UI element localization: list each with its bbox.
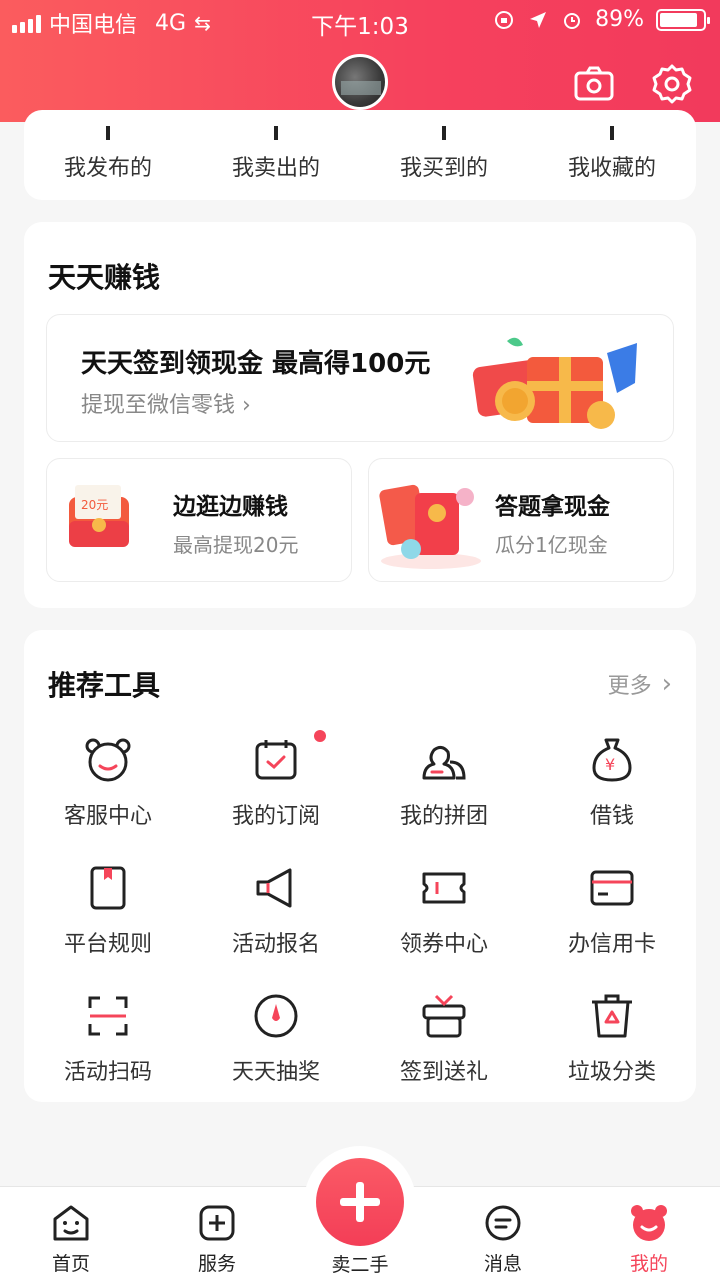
group-icon	[422, 745, 466, 780]
calendar-check-icon	[255, 740, 297, 780]
tab-mine[interactable]: 我的	[594, 1187, 704, 1280]
red-envelope-icon: 20元	[69, 485, 129, 547]
tool-my-subscriptions[interactable]: 我的订阅	[192, 730, 360, 846]
chevron-right-icon: ›	[661, 669, 672, 699]
rotation-lock-icon	[495, 10, 514, 29]
stat-bought[interactable]: 我买到的	[360, 126, 528, 182]
tool-check-in-gift[interactable]: 签到送礼	[360, 992, 528, 1102]
tool-coupon-center[interactable]: 领券中心	[360, 864, 528, 974]
tool-daily-lottery[interactable]: 天天抽奖	[192, 992, 360, 1102]
gift-icon	[422, 994, 466, 1038]
tab-services[interactable]: 服务	[162, 1187, 272, 1280]
earn-title: 天天赚钱	[48, 261, 161, 294]
tools-title: 推荐工具	[48, 669, 161, 702]
settings-icon[interactable]	[650, 62, 694, 106]
tool-customer-service[interactable]: 客服中心	[24, 736, 192, 846]
chevron-right-icon: ›	[242, 393, 251, 418]
battery-percent: 89%	[595, 7, 644, 32]
coupon-icon	[422, 872, 466, 904]
tab-messages[interactable]: 消息	[448, 1187, 558, 1280]
stat-published[interactable]: 我发布的	[24, 126, 192, 182]
home-face-icon	[53, 1205, 89, 1241]
earn-card: 天天赚钱 天天签到领现金 最高得100元 提现至微信零钱 › 20元 边逛边赚钱…	[24, 222, 696, 608]
quiz-cash-desc: 瓜分1亿现金	[495, 533, 608, 557]
stat-favorites[interactable]: 我收藏的	[528, 126, 696, 182]
avatar[interactable]	[332, 54, 388, 110]
red-envelope-gift-icon	[472, 337, 637, 429]
tools-card: 推荐工具 更多 › 客服中心 我的订阅 我的拼团 ¥ 借钱 平台规则 活动报名 领…	[24, 630, 696, 1102]
svg-text:20元: 20元	[81, 498, 108, 512]
tool-my-group-buy[interactable]: 我的拼团	[360, 736, 528, 846]
rulebook-icon	[90, 866, 126, 910]
alarm-icon	[564, 12, 581, 29]
tool-garbage-sorting[interactable]: 垃圾分类	[528, 992, 696, 1102]
header: 中国电信 4G ⇆ 下午1:03 89%	[0, 0, 720, 122]
battery-icon	[656, 8, 710, 31]
svg-text:¥: ¥	[605, 755, 615, 774]
sell-secondhand-label: 卖二手	[331, 1254, 389, 1276]
tool-credit-card[interactable]: 办信用卡	[528, 864, 696, 974]
location-icon	[530, 11, 547, 28]
status-bar: 中国电信 4G ⇆ 下午1:03 89%	[0, 0, 720, 40]
tool-borrow-money[interactable]: ¥ 借钱	[528, 736, 696, 846]
banner-main-text: 天天签到领现金 最高得100元	[81, 349, 431, 379]
tool-event-scan[interactable]: 活动扫码	[24, 992, 192, 1102]
more-link[interactable]: 更多 ›	[608, 668, 672, 700]
tab-home[interactable]: 首页	[16, 1187, 126, 1280]
tool-event-signup[interactable]: 活动报名	[192, 864, 360, 974]
message-icon	[485, 1205, 521, 1241]
megaphone-icon	[256, 868, 292, 908]
tool-platform-rules[interactable]: 平台规则	[24, 864, 192, 974]
banner-sub-text: 提现至微信零钱 ›	[81, 393, 251, 418]
sell-button-ring	[304, 1146, 416, 1258]
bear-face-icon	[85, 738, 131, 782]
lottery-icon	[254, 994, 298, 1038]
quiz-cash-title: 答题拿现金	[495, 494, 610, 520]
stats-card: 我发布的 我卖出的 我买到的 我收藏的	[24, 110, 696, 200]
credit-card-icon	[590, 870, 634, 906]
sell-secondhand-button[interactable]	[316, 1158, 404, 1246]
plus-square-icon	[199, 1205, 235, 1241]
camera-icon[interactable]	[572, 62, 616, 106]
quiz-cash-card[interactable]: 答题拿现金 瓜分1亿现金	[368, 458, 674, 582]
stat-sold[interactable]: 我卖出的	[192, 126, 360, 182]
money-bag-icon: ¥	[592, 738, 632, 782]
notification-dot	[314, 730, 326, 742]
bear-face-active-icon	[631, 1205, 667, 1241]
browse-earn-desc: 最高提现20元	[173, 533, 299, 557]
recycle-bin-icon	[592, 994, 632, 1038]
browse-earn-title: 边逛边赚钱	[173, 494, 288, 520]
browse-earn-card[interactable]: 20元 边逛边赚钱 最高提现20元	[46, 458, 352, 582]
sign-in-banner[interactable]: 天天签到领现金 最高得100元 提现至微信零钱 ›	[46, 314, 674, 442]
scan-icon	[88, 996, 128, 1036]
red-envelopes-icon	[379, 484, 481, 569]
